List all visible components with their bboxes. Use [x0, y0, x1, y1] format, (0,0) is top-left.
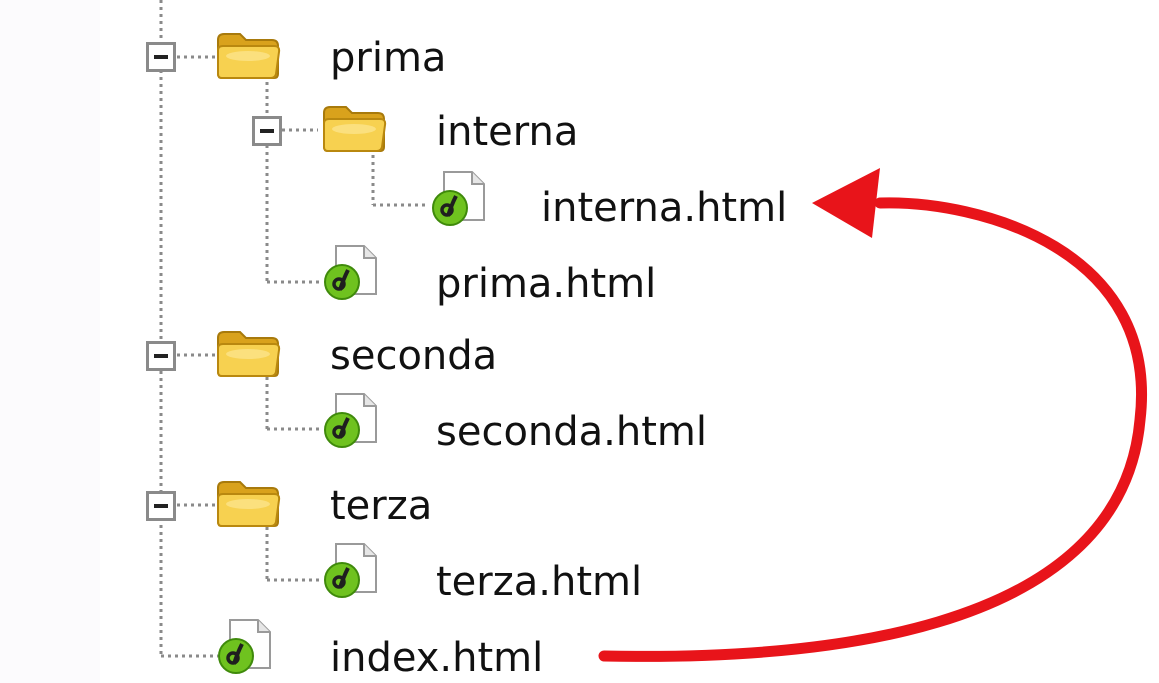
red-arrow-annotation — [598, 168, 1148, 662]
file-tree-panel: prima interna interna.html prima.html se… — [0, 0, 1159, 683]
